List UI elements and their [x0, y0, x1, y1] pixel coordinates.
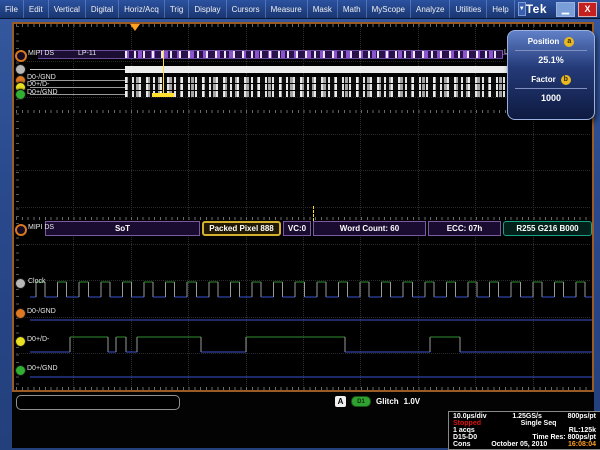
menu-item-myscope[interactable]: MyScope [367, 0, 411, 18]
trigger-marker-dashed [313, 206, 314, 221]
menu-item-trig[interactable]: Trig [165, 0, 189, 18]
trigger-level: 1.0V [404, 397, 420, 406]
status-cell: RL:125k [569, 427, 596, 434]
decode-bus-label[interactable]: MIPI DS [28, 224, 54, 231]
grid-line [16, 134, 590, 135]
d0m-badge[interactable] [15, 308, 26, 319]
channel-badge[interactable] [15, 64, 26, 75]
menu-item-file[interactable]: File [0, 0, 24, 18]
decode-segment: SoT [45, 221, 200, 236]
trigger-a-icon: A [335, 396, 346, 407]
tick-row-top [16, 24, 590, 27]
menu-overflow-button[interactable]: ▼ [518, 2, 526, 16]
status-cell: Stopped [453, 420, 481, 427]
menu-item-math[interactable]: Math [338, 0, 367, 18]
minimize-button[interactable]: ▁ [556, 2, 575, 17]
trigger-readout[interactable]: A D1 Glitch 1.0V [335, 395, 420, 408]
lp-state-label: LP-11 [78, 50, 96, 57]
mipi-bus-decode-bar [38, 50, 503, 59]
trigger-type: Glitch [376, 397, 399, 406]
grid-line [16, 170, 590, 171]
menu-item-cursors[interactable]: Cursors [227, 0, 266, 18]
status-cell: 10.0µs/div [453, 413, 487, 420]
channel-label[interactable]: D0-/GND [27, 74, 56, 81]
decode-segment: Word Count: 60 [313, 221, 426, 236]
acquisition-status-box: 10.0µs/div 1.25GS/s 800ps/pt Stopped Single … [448, 411, 600, 450]
trigger-position-marker[interactable] [130, 24, 140, 31]
menu-item-vertical[interactable]: Vertical [49, 0, 86, 18]
status-cell: Single Seq [521, 420, 557, 427]
status-cell: 1.25GS/s [512, 413, 542, 420]
menu-item-utilities[interactable]: Utilities [450, 0, 487, 18]
menu-item-display[interactable]: Display [189, 0, 226, 18]
status-cell: 1 acqs [453, 427, 475, 434]
d0pg-badge[interactable] [15, 365, 26, 376]
menu-item-horizacq[interactable]: Horiz/Acq [119, 0, 165, 18]
status-cell: D15-D0 [453, 434, 477, 441]
d0m-label[interactable]: D0-/GND [27, 308, 56, 315]
grid-line [16, 280, 590, 281]
status-cell: October 05, 2010 [491, 441, 547, 448]
close-button[interactable]: X [578, 2, 597, 17]
channel-badge[interactable] [15, 89, 26, 100]
tick-row-bottom [16, 387, 590, 390]
grid-line [16, 97, 590, 98]
menu-item-measure[interactable]: Measure [266, 0, 308, 18]
tek-logo: Tek [526, 2, 547, 16]
status-cell: Cons [453, 441, 471, 448]
position-value[interactable]: 25.1% [508, 51, 594, 69]
grid-line [16, 207, 590, 208]
search-marker-line [163, 50, 164, 97]
decode-segment: ECC: 07h [428, 221, 501, 236]
channel-label[interactable]: D0+/D- [27, 81, 49, 88]
bus-badge[interactable] [15, 50, 27, 62]
menu-item-edit[interactable]: Edit [24, 0, 49, 18]
decode-segment: VC:0 [283, 221, 311, 236]
d0pdm-label[interactable]: D0+/D- [27, 336, 49, 343]
menu-item-help[interactable]: Help [487, 0, 514, 18]
position-factor-panel[interactable]: Position a 25.1% Factor b 1000 [507, 30, 595, 120]
trigger-source-badge: D1 [351, 396, 371, 407]
multipurpose-a-icon: a [564, 37, 574, 47]
grid-line [16, 244, 590, 245]
tick-row-decode [16, 217, 590, 220]
bus-label[interactable]: MIPI DS [28, 50, 54, 57]
grid-line [16, 61, 590, 62]
bottom-readout-bar: A D1 Glitch 1.0V 10.0µs/div 1.25GS/s 800ps… [12, 392, 594, 448]
status-cell: 16:08:04 [568, 441, 596, 448]
menu-item-digital[interactable]: Digital [86, 0, 119, 18]
status-rows: 10.0µs/div 1.25GS/s 800ps/pt Stopped Single … [453, 413, 596, 448]
clock-label[interactable]: Clock [28, 278, 46, 285]
grid-line [16, 317, 590, 318]
decode-segment: R255 G216 B000 [503, 221, 592, 236]
factor-label: Factor [531, 75, 555, 84]
factor-value[interactable]: 1000 [508, 89, 594, 107]
channel-label[interactable]: D0+/GND [27, 89, 58, 96]
d0pdm-badge[interactable] [15, 336, 26, 347]
readout-placeholder [16, 395, 180, 410]
grid-line [16, 353, 590, 354]
decode-packet-activity [125, 51, 503, 58]
grid-line [73, 24, 74, 388]
d0pg-label[interactable]: D0+/GND [27, 365, 58, 372]
clock-idle-line [30, 69, 125, 70]
menu-bar: FileEditVerticalDigitalHoriz/AcqTrigDisp… [0, 0, 600, 19]
tick-row-mid [16, 110, 590, 113]
menu-item-mask[interactable]: Mask [308, 0, 338, 18]
menu-item-analyze[interactable]: Analyze [411, 0, 450, 18]
decode-segment: Packed Pixel 888 [202, 221, 281, 236]
status-cell: Time Res: 800ps/pt [532, 434, 596, 441]
position-label: Position [528, 37, 560, 46]
multipurpose-b-icon: b [561, 75, 571, 85]
menu-items: FileEditVerticalDigitalHoriz/AcqTrigDisp… [0, 0, 515, 18]
search-marker-bar [152, 93, 174, 97]
chevron-down-icon: ▼ [519, 6, 525, 12]
decode-bus-badge[interactable] [15, 224, 27, 236]
status-cell: 800ps/pt [568, 413, 596, 420]
clock-badge[interactable] [15, 278, 26, 289]
